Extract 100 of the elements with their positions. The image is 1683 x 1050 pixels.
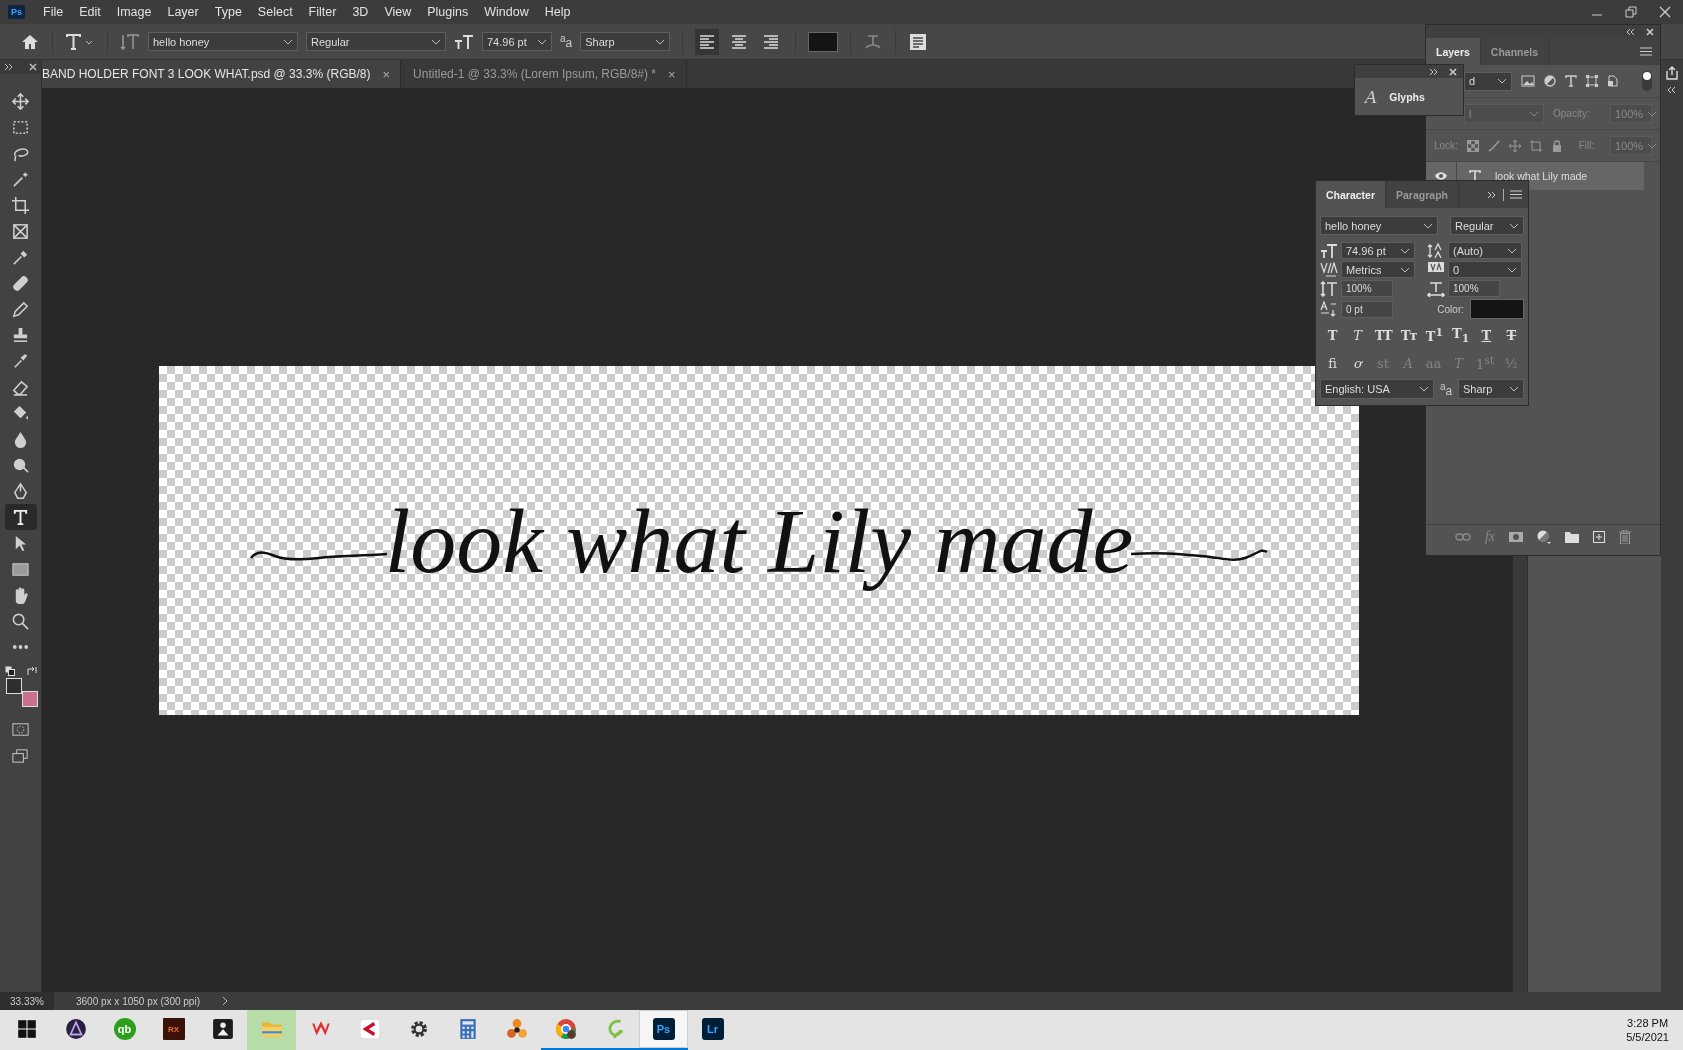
menu-icon[interactable] (1510, 190, 1522, 199)
half-circle-icon[interactable] (1544, 75, 1556, 87)
restore-icon[interactable] (1625, 6, 1637, 18)
tab-close-button[interactable]: × (668, 66, 676, 82)
taskbar-button[interactable]: RX (149, 1010, 198, 1050)
panel-tab[interactable]: Character (1316, 181, 1387, 208)
menu-item[interactable]: Window (476, 5, 537, 19)
leading-dropdown[interactable]: (Auto) (1448, 242, 1522, 259)
close-icon[interactable] (1646, 27, 1654, 36)
font-style-dropdown[interactable]: Regular (1450, 216, 1524, 235)
swap-colors-icon[interactable] (26, 666, 37, 676)
folder-icon[interactable] (1565, 531, 1580, 543)
align-left-icon (699, 34, 716, 49)
filter-toggle[interactable] (1642, 71, 1652, 91)
menu-item[interactable]: Filter (300, 5, 345, 19)
mask-icon[interactable] (1509, 532, 1524, 542)
anti-alias-dropdown[interactable]: Sharp (580, 32, 671, 51)
expand-icon[interactable] (1429, 67, 1439, 76)
horizontal-scale-field[interactable]: 100% (1448, 280, 1500, 297)
color-label: Color: (1437, 303, 1464, 315)
transform-icon[interactable] (1586, 75, 1598, 87)
menu-item[interactable]: Image (108, 5, 160, 19)
font-style-dropdown[interactable]: Regular (306, 32, 446, 51)
taskbar-button[interactable]: Lr (688, 1010, 737, 1050)
half-circle-icon[interactable] (1537, 530, 1552, 544)
zoom-level[interactable]: 33.33% (0, 992, 54, 1010)
expand-icon[interactable] (1487, 190, 1497, 199)
clock-date[interactable]: 5/5/2021 (1626, 1031, 1669, 1043)
trash-icon[interactable] (1619, 530, 1632, 544)
text-style-button[interactable]: T (1478, 327, 1495, 343)
chevron-icon[interactable] (222, 996, 228, 1006)
foreground-color-swatch[interactable] (5, 678, 22, 694)
brush-icon (11, 351, 30, 371)
glyphs-button[interactable]: A Glyphs (1355, 78, 1463, 115)
menu-item[interactable]: Layer (159, 5, 207, 19)
eye-icon[interactable] (1434, 171, 1448, 181)
default-colors-icon[interactable] (4, 666, 15, 676)
text-style-button[interactable]: Tᴛ (1400, 327, 1417, 343)
opentype-button[interactable]: fi (1324, 355, 1341, 371)
text-color-swatch[interactable] (1470, 299, 1524, 319)
close-icon[interactable] (29, 63, 37, 71)
document-tab[interactable]: BAND HOLDER FONT 3 LOOK WHAT.psd @ 33.3% (RGB/8) × (42, 60, 402, 88)
new-layer-icon[interactable] (1593, 531, 1606, 543)
document-icon[interactable] (1607, 75, 1619, 87)
triangle-logo-icon (64, 1018, 87, 1040)
type-icon[interactable] (1565, 75, 1577, 87)
caret-icon (1509, 386, 1519, 392)
text-orientation-icon[interactable] (120, 31, 140, 52)
filter-dropdown[interactable]: d (1464, 71, 1512, 91)
clock-time[interactable]: 3:28 PM (1627, 1017, 1669, 1029)
caret-icon (655, 38, 666, 45)
more-icon (11, 644, 30, 650)
app-logo: RX (162, 1018, 185, 1040)
menu-item[interactable]: File (35, 5, 72, 19)
type-tool[interactable] (4, 504, 37, 530)
font-family-dropdown[interactable]: hello honey (148, 32, 298, 51)
panel-tab[interactable]: Channels (1480, 38, 1550, 65)
anti-alias-dropdown[interactable]: Sharp (1458, 379, 1524, 399)
menu-item[interactable]: Type (206, 5, 250, 19)
text-style-button[interactable]: T$^{1}$ (1425, 325, 1443, 345)
panel-tab[interactable]: Layers (1426, 38, 1481, 65)
caret-icon (431, 38, 441, 45)
text-color-swatch[interactable] (808, 31, 839, 52)
vertical-scale-field[interactable]: 100% (1341, 280, 1393, 297)
taskbar-button[interactable]: qb (100, 1010, 149, 1050)
text-style-button[interactable]: T$_{1}$ (1452, 325, 1470, 345)
text-style-button[interactable]: TT (1374, 327, 1392, 343)
menu-item[interactable]: Plugins (419, 5, 477, 19)
share-icon[interactable] (1665, 66, 1679, 80)
tab-close-button[interactable]: × (382, 66, 391, 82)
expand-icon[interactable] (4, 63, 14, 71)
text-style-button[interactable]: T (1349, 327, 1366, 343)
collapse-icon[interactable] (1626, 27, 1636, 36)
kerning-dropdown[interactable]: Metrics (1341, 261, 1415, 278)
menu-item[interactable]: 3D (344, 5, 377, 19)
menu-item[interactable]: Edit (71, 5, 109, 19)
panels-icon[interactable] (908, 31, 929, 52)
text-style-button[interactable]: T (1503, 327, 1520, 343)
taskbar-button[interactable]: Ps (639, 1010, 688, 1050)
align-left-button[interactable] (695, 28, 720, 55)
opentype-button[interactable]: ơ (1349, 355, 1366, 371)
close-icon[interactable] (1449, 67, 1457, 76)
language-dropdown[interactable]: English: USA (1320, 379, 1434, 399)
font-size-dropdown[interactable]: 74.96 pt (1341, 242, 1415, 259)
font-family-dropdown[interactable]: hello honey (1320, 216, 1438, 235)
menu-item[interactable]: Select (249, 5, 301, 19)
menu-item[interactable]: View (376, 5, 420, 19)
baseline-shift-field[interactable]: 0 pt (1341, 300, 1393, 318)
collapse-icon[interactable] (1667, 86, 1677, 94)
background-color-swatch[interactable] (21, 691, 38, 707)
image-icon[interactable] (1521, 75, 1535, 87)
panel-tab[interactable]: Paragraph (1386, 181, 1459, 208)
text-style-button[interactable]: T (1324, 327, 1341, 343)
type-tool-icon[interactable] (65, 31, 95, 52)
tracking-dropdown[interactable]: 0 (1448, 261, 1522, 278)
font-size-dropdown[interactable]: 74.96 pt (482, 32, 552, 51)
close-icon[interactable] (1659, 6, 1671, 18)
menu-icon[interactable] (1640, 47, 1652, 56)
menu-item[interactable]: Help (536, 5, 579, 19)
app-logo[interactable]: Ps (8, 5, 25, 19)
